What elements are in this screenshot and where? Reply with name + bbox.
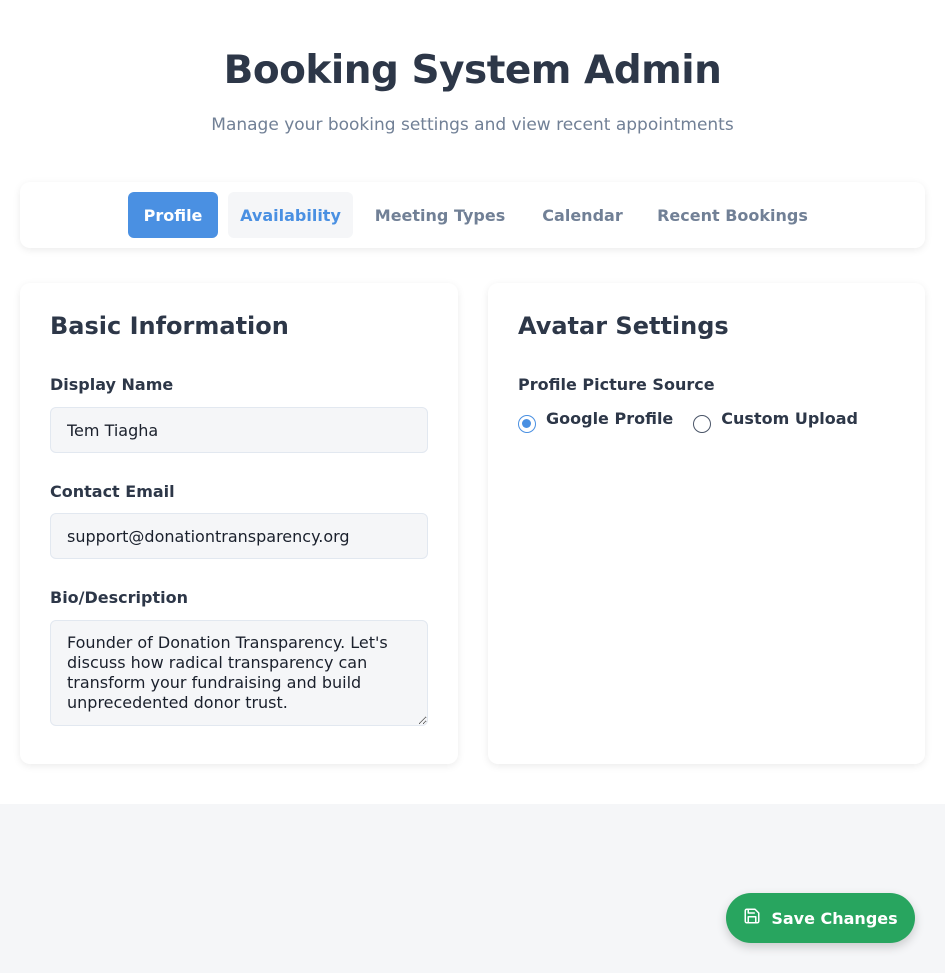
basic-information-heading: Basic Information xyxy=(50,312,289,340)
display-name-label: Display Name xyxy=(50,375,174,394)
basic-information-card: Basic Information Display Name Contact E… xyxy=(20,283,458,764)
google-profile-option[interactable]: Google Profile xyxy=(518,409,673,433)
avatar-settings-heading: Avatar Settings xyxy=(518,312,729,340)
contact-email-label: Contact Email xyxy=(50,482,175,501)
display-name-input[interactable] xyxy=(50,407,428,453)
tab-meeting-types[interactable]: Meeting Types xyxy=(365,192,515,238)
contact-email-input[interactable] xyxy=(50,513,428,559)
custom-upload-radio[interactable] xyxy=(693,415,712,433)
tab-profile[interactable]: Profile xyxy=(128,192,218,238)
tab-bar: Profile Availability Meeting Types Calen… xyxy=(20,182,925,248)
tab-availability[interactable]: Availability xyxy=(228,192,353,238)
save-icon xyxy=(743,907,761,930)
avatar-settings-card: Avatar Settings Profile Picture Source G… xyxy=(488,283,925,764)
page-title: Booking System Admin xyxy=(223,48,722,93)
profile-picture-source-label: Profile Picture Source xyxy=(518,375,715,394)
bio-label: Bio/Description xyxy=(50,588,188,607)
google-profile-label: Google Profile xyxy=(546,409,674,428)
bio-textarea[interactable]: Founder of Donation Transparency. Let's … xyxy=(50,620,428,726)
custom-upload-option[interactable]: Custom Upload xyxy=(693,409,858,433)
save-changes-label: Save Changes xyxy=(771,908,898,928)
tab-recent-bookings[interactable]: Recent Bookings xyxy=(650,192,815,238)
tab-calendar[interactable]: Calendar xyxy=(535,192,630,238)
google-profile-radio[interactable] xyxy=(518,415,536,433)
page-subtitle: Manage your booking settings and view re… xyxy=(211,115,734,135)
custom-upload-label: Custom Upload xyxy=(721,409,858,428)
save-changes-button[interactable]: Save Changes xyxy=(726,893,915,943)
page-container: Booking System Admin Manage your booking… xyxy=(0,0,945,804)
profile-picture-source-options: Google Profile Custom Upload xyxy=(518,409,878,433)
page-header: Booking System Admin Manage your booking… xyxy=(0,48,945,135)
